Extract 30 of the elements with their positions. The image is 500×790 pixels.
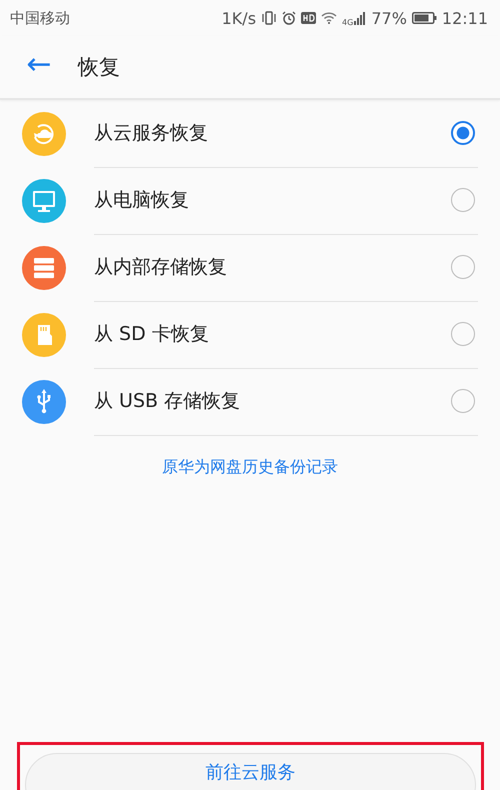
restore-option[interactable]: 从云服务恢复 bbox=[0, 100, 500, 167]
history-link[interactable]: 原华为网盘历史备份记录 bbox=[162, 457, 338, 478]
wifi-icon bbox=[321, 12, 338, 24]
hd-icon bbox=[301, 12, 316, 24]
radio-button[interactable] bbox=[451, 389, 475, 413]
go-cloud-button[interactable]: 前往云服务 bbox=[25, 753, 476, 790]
restore-option[interactable]: 从 USB 存储恢复 bbox=[0, 368, 500, 435]
option-label: 从电脑恢复 bbox=[94, 188, 189, 213]
radio-button[interactable] bbox=[451, 121, 475, 145]
restore-option[interactable]: 从 SD 卡恢复 bbox=[0, 301, 500, 368]
option-label: 从 SD 卡恢复 bbox=[94, 322, 209, 347]
alarm-icon bbox=[282, 11, 296, 25]
option-label: 从内部存储恢复 bbox=[94, 255, 227, 280]
carrier-name: 中国移动 bbox=[10, 8, 70, 28]
page-title: 恢复 bbox=[78, 54, 120, 81]
radio-button[interactable] bbox=[451, 188, 475, 212]
radio-button[interactable] bbox=[451, 322, 475, 346]
signal-icon bbox=[354, 12, 366, 24]
option-label: 从云服务恢复 bbox=[94, 121, 208, 146]
restore-option[interactable]: 从电脑恢复 bbox=[0, 167, 500, 234]
battery-icon bbox=[412, 12, 437, 24]
option-label: 从 USB 存储恢复 bbox=[94, 389, 240, 414]
back-button[interactable]: ← bbox=[22, 50, 56, 84]
restore-option[interactable]: 从内部存储恢复 bbox=[0, 234, 500, 301]
clock: 12:11 bbox=[442, 8, 488, 28]
network-type: 4G bbox=[342, 18, 354, 26]
radio-button[interactable] bbox=[451, 255, 475, 279]
network-speed: 1K/s bbox=[222, 8, 256, 28]
battery-percent: 77% bbox=[371, 8, 407, 28]
vibrate-icon bbox=[261, 11, 278, 25]
